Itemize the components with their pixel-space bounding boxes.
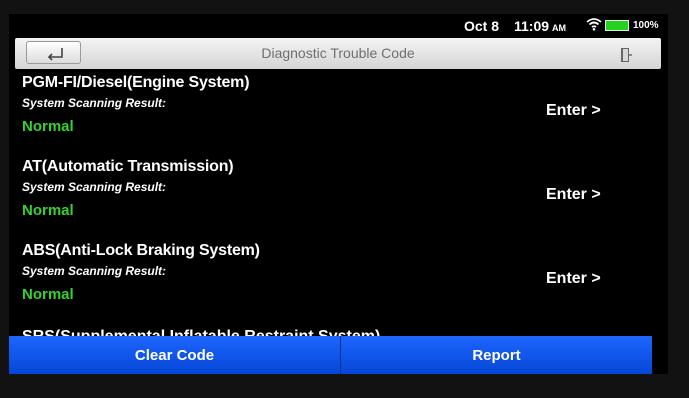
- scan-result-label: System Scanning Result:: [22, 180, 167, 194]
- exit-door-icon: [621, 48, 632, 62]
- clear-code-button[interactable]: Clear Code: [9, 336, 341, 374]
- enter-button[interactable]: Enter >: [546, 186, 601, 204]
- status-time: 11:09 AM: [514, 18, 566, 34]
- enter-button[interactable]: Enter >: [546, 270, 601, 288]
- scan-result-label: System Scanning Result:: [22, 264, 167, 278]
- report-button[interactable]: Report: [341, 336, 652, 374]
- wifi-icon: [586, 17, 602, 34]
- exit-button[interactable]: [605, 44, 649, 66]
- battery-icon: [605, 20, 629, 31]
- list-item[interactable]: PGM-FI/Diesel(Engine System) System Scan…: [9, 74, 668, 158]
- battery-level: 100%: [633, 20, 659, 31]
- status-ampm: AM: [552, 23, 567, 33]
- system-name: PGM-FI/Diesel(Engine System): [22, 74, 250, 91]
- list-item[interactable]: AT(Automatic Transmission) System Scanni…: [9, 158, 668, 242]
- scan-result-status: Normal: [22, 202, 74, 219]
- device-screen: Oct 8 11:09 AM 100% Diagnostic Trouble Co…: [9, 14, 668, 374]
- enter-button[interactable]: Enter >: [546, 102, 601, 120]
- status-bar: Oct 8 11:09 AM 100%: [9, 14, 668, 38]
- status-date: Oct 8: [464, 18, 500, 34]
- system-name: ABS(Anti-Lock Braking System): [22, 242, 260, 259]
- scan-result-label: System Scanning Result:: [22, 96, 167, 110]
- system-name: AT(Automatic Transmission): [22, 158, 234, 175]
- scan-result-status: Normal: [22, 286, 74, 303]
- scan-result-status: Normal: [22, 118, 74, 135]
- page-title: Diagnostic Trouble Code: [261, 45, 415, 61]
- list-item[interactable]: ABS(Anti-Lock Braking System) System Sca…: [9, 242, 668, 326]
- title-bar: Diagnostic Trouble Code: [15, 38, 661, 69]
- bottom-action-bar: Clear Code Report: [9, 336, 652, 374]
- status-time-value: 11:09: [514, 18, 550, 34]
